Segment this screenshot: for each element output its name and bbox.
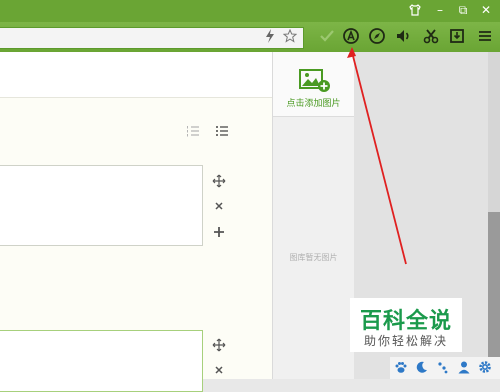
ordered-list-icon[interactable] bbox=[186, 124, 200, 138]
move-icon[interactable] bbox=[211, 174, 227, 190]
address-bar[interactable] bbox=[0, 27, 304, 49]
editor-header bbox=[0, 52, 272, 98]
no-picture-text: 图库暂无图片 bbox=[289, 253, 338, 262]
speaker-icon[interactable] bbox=[393, 27, 415, 49]
adblock-icon[interactable] bbox=[340, 27, 362, 49]
add-picture-label[interactable]: 点击添加图片 bbox=[273, 96, 354, 109]
settings-icon[interactable] bbox=[477, 360, 493, 376]
add-icon[interactable] bbox=[211, 226, 227, 242]
scrollbar-thumb[interactable] bbox=[488, 212, 500, 362]
scissors-icon[interactable] bbox=[420, 27, 442, 49]
add-image-icon[interactable] bbox=[299, 67, 331, 93]
unordered-list-icon[interactable] bbox=[215, 124, 229, 138]
close-window-button[interactable]: ✕ bbox=[478, 2, 494, 18]
text-input-box-1[interactable] bbox=[0, 165, 203, 246]
watermark-subtitle: 助你轻松解决 bbox=[363, 334, 448, 348]
shirt-icon[interactable] bbox=[407, 2, 423, 18]
compass-icon[interactable] bbox=[366, 27, 388, 49]
title-bar bbox=[0, 0, 500, 22]
restore-button[interactable]: ⧉ bbox=[455, 2, 471, 18]
menu-icon[interactable] bbox=[474, 27, 496, 49]
minimize-button[interactable]: – bbox=[432, 2, 448, 18]
dots-icon[interactable] bbox=[435, 360, 451, 376]
close-icon[interactable] bbox=[211, 200, 227, 216]
watermark-title: 百科全说 bbox=[359, 309, 452, 334]
move-icon[interactable] bbox=[211, 338, 227, 354]
text-input-box-2[interactable] bbox=[0, 330, 203, 392]
moon-icon[interactable] bbox=[414, 360, 430, 376]
download-icon[interactable] bbox=[446, 27, 468, 49]
lightning-icon[interactable] bbox=[262, 29, 278, 47]
check-icon[interactable] bbox=[316, 27, 338, 49]
paw-icon[interactable] bbox=[393, 360, 409, 376]
close-icon[interactable] bbox=[211, 364, 227, 380]
user-icon[interactable] bbox=[456, 360, 472, 376]
star-icon[interactable] bbox=[282, 28, 298, 47]
